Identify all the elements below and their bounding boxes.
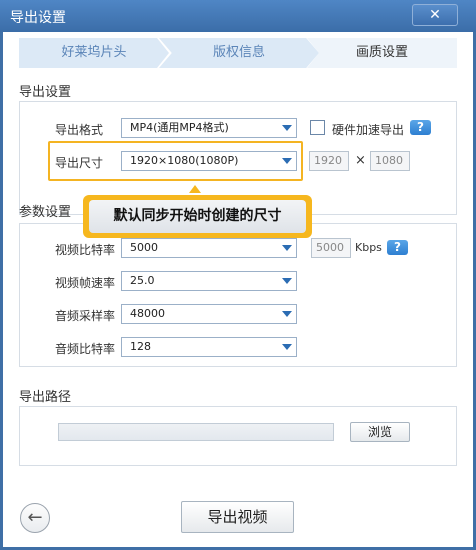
help-icon[interactable]: ? [387,240,408,255]
format-value: MP4(通用MP4格式) [130,121,229,134]
audio-bitrate-select[interactable]: 128 [121,337,297,357]
audio-bitrate-label: 音频比特率 [55,342,116,356]
format-select[interactable]: MP4(通用MP4格式) [121,118,297,138]
chevron-down-icon [282,245,292,251]
samplerate-label: 音频采样率 [55,309,116,323]
samplerate-value: 48000 [130,307,165,320]
hw-accel-label: 硬件加速导出 [332,123,405,137]
video-bitrate-input[interactable]: 5000 [311,238,351,258]
back-arrow-icon: ← [27,507,43,528]
params-title: 参数设置 [19,205,72,220]
hw-accel-checkbox[interactable] [310,120,325,135]
width-input[interactable]: 1920 [309,151,349,171]
tooltip-pointer [189,185,201,193]
tooltip-text: 默认同步开始时创建的尺寸 [89,200,306,233]
framerate-label: 视频帧速率 [55,276,116,290]
framerate-value: 25.0 [130,274,155,287]
dialog-body: 好莱坞片头 版权信息 画质设置 导出设置 导出格式 MP4(通用MP4格式) 硬… [3,32,473,547]
size-tooltip: 默认同步开始时创建的尺寸 [83,195,312,238]
close-button[interactable]: ✕ [412,4,458,26]
export-settings-window: 导出设置 ✕ 好莱坞片头 版权信息 画质设置 导出设置 导出格式 MP4(通用M… [0,0,476,550]
tab-hollywood-intro[interactable]: 好莱坞片头 [19,38,169,68]
format-label: 导出格式 [55,123,104,137]
window-title: 导出设置 [10,10,66,26]
help-icon[interactable]: ? [410,120,431,135]
back-button[interactable]: ← [20,503,50,533]
chevron-down-icon [282,158,292,164]
export-path-input[interactable] [58,423,334,441]
kbps-unit: Kbps [355,241,382,254]
browse-button[interactable]: 浏览 [350,422,410,442]
height-input[interactable]: 1080 [370,151,410,171]
export-video-button[interactable]: 导出视频 [181,501,294,533]
export-settings-title: 导出设置 [19,85,72,100]
title-bar: 导出设置 ✕ [0,0,476,32]
size-select[interactable]: 1920×1080(1080P) [121,151,297,171]
size-label: 导出尺寸 [55,156,104,170]
chevron-down-icon [282,344,292,350]
chevron-down-icon [282,125,292,131]
samplerate-select[interactable]: 48000 [121,304,297,324]
tab-copyright-info[interactable]: 版权信息 [159,38,319,68]
export-path-title: 导出路径 [19,390,72,405]
step-tabs: 好莱坞片头 版权信息 画质设置 [19,38,457,68]
chevron-down-icon [282,278,292,284]
video-bitrate-select[interactable]: 5000 [121,238,297,258]
chevron-down-icon [282,311,292,317]
video-bitrate-value: 5000 [130,241,158,254]
framerate-select[interactable]: 25.0 [121,271,297,291]
times-sign: × [355,153,366,168]
audio-bitrate-value: 128 [130,340,151,353]
video-bitrate-label: 视频比特率 [55,243,116,257]
tab-quality-settings[interactable]: 画质设置 [307,38,457,68]
size-value: 1920×1080(1080P) [130,154,239,167]
